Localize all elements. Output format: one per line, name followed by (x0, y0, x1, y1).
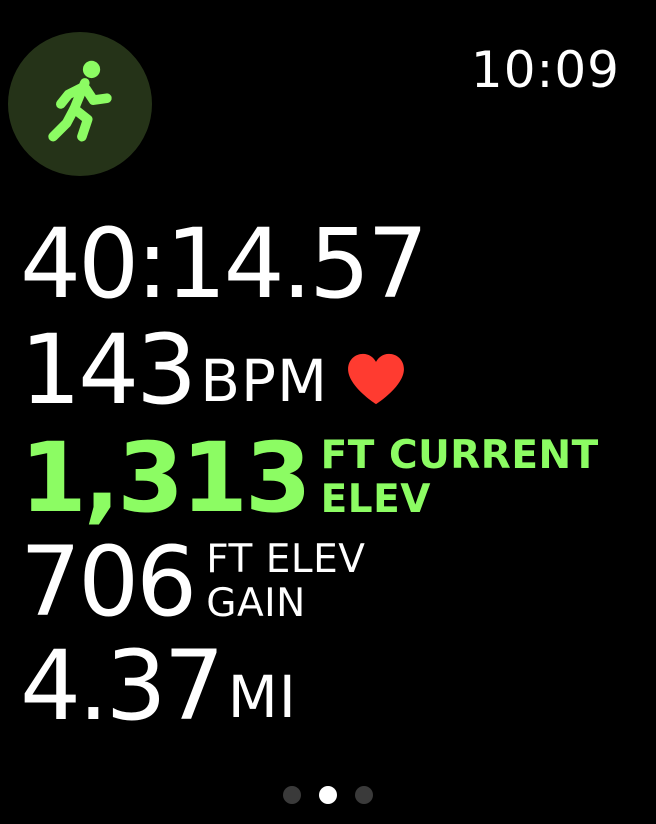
heart-rate-metric: 143 BPM (20, 322, 406, 418)
running-figure-icon (48, 60, 112, 142)
current-elevation-unit: FT CURRENT ELEV (321, 434, 599, 522)
heart-rate-value: 143 (20, 314, 197, 426)
distance-unit: MI (227, 663, 297, 731)
current-elevation-unit-line1: FT CURRENT (320, 433, 599, 478)
current-elevation-unit-line2: ELEV (320, 477, 431, 522)
current-elevation-metric: 1,313 FT CURRENT ELEV (20, 430, 599, 526)
heart-icon (348, 353, 404, 405)
workout-type-icon[interactable] (8, 32, 152, 176)
current-elevation-value: 1,313 (20, 422, 312, 534)
heart-rate-unit: BPM (200, 347, 329, 415)
distance-value: 4.37 (20, 630, 225, 742)
page-dot-active[interactable] (319, 786, 337, 804)
elevation-gain-metric: 706 FT ELEV GAIN (20, 534, 365, 630)
distance-metric: 4.37 MI (20, 638, 297, 734)
elevation-gain-unit: FT ELEV GAIN (206, 538, 365, 626)
elevation-gain-unit-line1: FT ELEV (206, 537, 366, 582)
elapsed-time-value: 40:14.57 (20, 208, 428, 320)
page-dot[interactable] (283, 786, 301, 804)
page-indicator[interactable] (0, 786, 656, 804)
elevation-gain-value: 706 (20, 526, 197, 638)
elevation-gain-unit-line2: GAIN (206, 581, 306, 626)
clock-time: 10:09 (470, 41, 620, 99)
elapsed-time-metric: 40:14.57 (20, 208, 428, 320)
page-dot[interactable] (355, 786, 373, 804)
